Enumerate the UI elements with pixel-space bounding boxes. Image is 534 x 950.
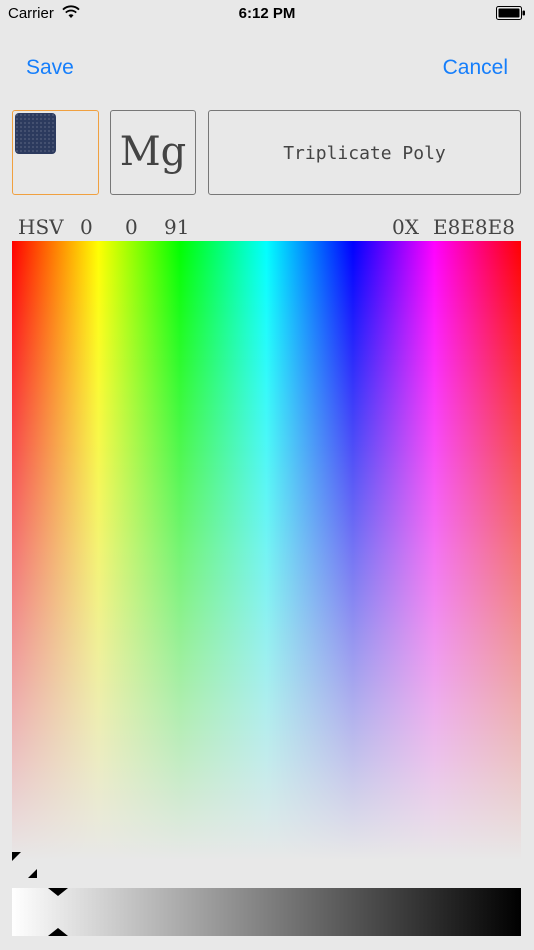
color-swatch <box>15 113 56 154</box>
font-sample-box[interactable]: Mg <box>110 110 196 195</box>
battery-icon <box>496 6 525 20</box>
spectrum-selection-marker-icon[interactable] <box>12 852 38 878</box>
hsv-label: HSV <box>18 215 64 239</box>
brightness-slider[interactable] <box>12 888 521 936</box>
hex-value[interactable]: E8E8E8 <box>433 215 515 239</box>
font-name-box[interactable]: Triplicate Poly <box>208 110 521 195</box>
hsv-value-value: 91 <box>164 215 190 239</box>
color-spectrum-picker[interactable] <box>12 241 521 861</box>
status-bar: Carrier 6:12 PM <box>0 0 534 28</box>
cancel-button[interactable]: Cancel <box>443 56 508 80</box>
brightness-slider-thumb[interactable] <box>47 888 68 936</box>
hsv-saturation-value: 0 <box>125 215 138 239</box>
font-name-label: Triplicate Poly <box>283 143 446 164</box>
hex-prefix: 0X <box>392 215 419 239</box>
color-swatch-box[interactable] <box>12 110 99 195</box>
status-time: 6:12 PM <box>238 5 296 22</box>
font-sample-text: Mg <box>119 129 187 175</box>
save-button[interactable]: Save <box>26 56 74 80</box>
hsv-hue-value: 0 <box>80 215 93 239</box>
